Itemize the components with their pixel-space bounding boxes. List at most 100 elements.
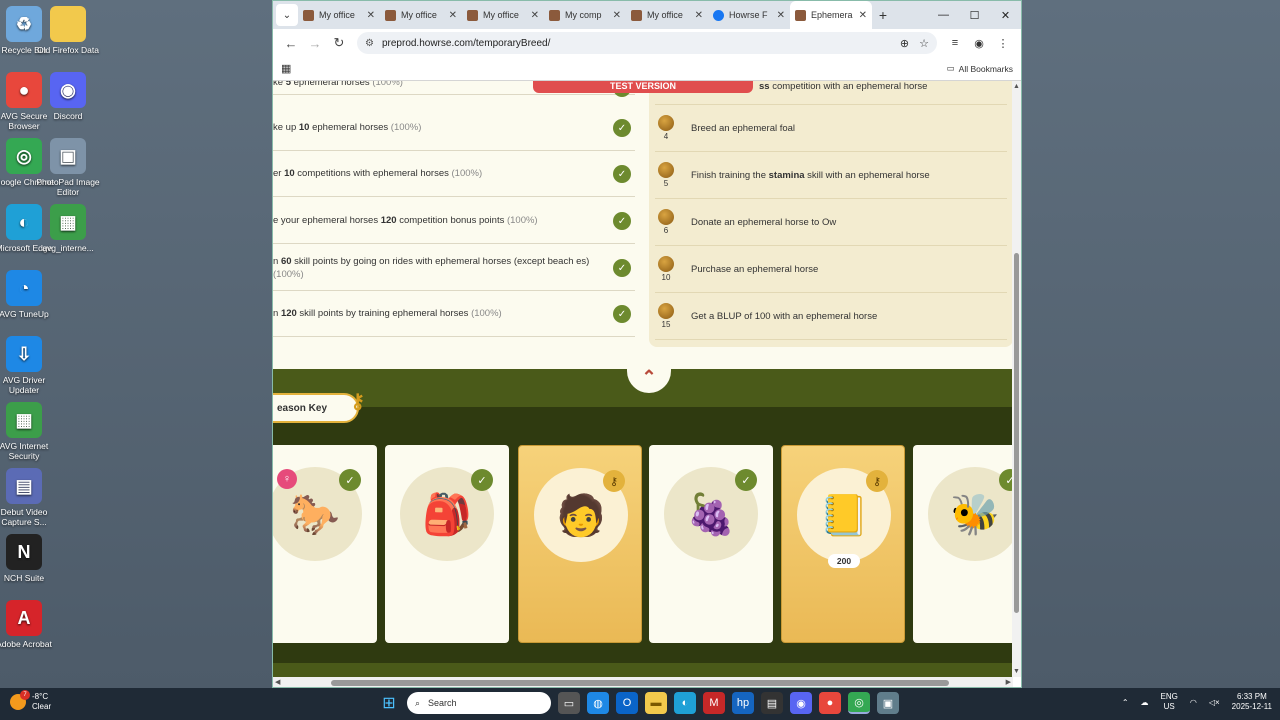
copilot-icon[interactable]: ◍ <box>587 692 609 714</box>
desktop-icon[interactable]: ▦ AVG Internet Security <box>0 402 56 461</box>
desktop-icon[interactable]: N NCH Suite <box>0 534 56 583</box>
reward-card-cornucopia[interactable]: 🍇 ✓ <box>649 445 773 643</box>
scroll-left-icon[interactable]: ◀ <box>275 678 280 686</box>
hp-icon[interactable]: hp <box>732 692 754 714</box>
reward-card-bee[interactable]: 🐝✓ <box>913 445 1013 643</box>
tab-search-dropdown-icon[interactable]: ⌄ <box>276 4 298 26</box>
edge-taskbar-icon[interactable]: ◐ <box>674 692 696 714</box>
tab-close-icon[interactable]: ✕ <box>613 10 621 21</box>
menu-icon[interactable]: ⋮ <box>991 31 1015 55</box>
language-indicator[interactable]: ENG US <box>1161 692 1178 712</box>
tab-close-icon[interactable]: ✕ <box>531 10 539 21</box>
desktop-icon[interactable]: ◔ AVG TuneUp <box>0 270 56 319</box>
photopad-icon: ▣ <box>50 138 86 174</box>
tab-close-icon[interactable]: ✕ <box>449 10 457 21</box>
desktop-icon-label: AVG Driver Updater <box>2 375 46 395</box>
avg-browser-taskbar-icon[interactable]: ● <box>819 692 841 714</box>
tab-close-icon[interactable]: ✕ <box>695 10 703 21</box>
discord-taskbar-icon[interactable]: ◉ <box>790 692 812 714</box>
weather-widget[interactable]: 7 -8°C Clear <box>10 690 51 712</box>
desktop-icon[interactable]: A Adobe Acrobat <box>0 600 56 649</box>
media-icon[interactable]: ≡ <box>943 31 967 55</box>
profile-icon[interactable]: ◉ <box>967 31 991 55</box>
mission-progress: (100%) <box>390 122 422 133</box>
mission-row: n 60 skill points by going on rides with… <box>273 245 635 291</box>
medal-shape <box>658 115 674 131</box>
horizontal-scroll-thumb[interactable] <box>331 680 949 686</box>
omnibox[interactable]: ⚙ preprod.howrse.com/temporaryBreed/ ⊕ ☆ <box>357 32 937 54</box>
mission-text-pre: n <box>273 308 281 319</box>
browser-tab[interactable]: Ephemera ✕ <box>790 1 872 29</box>
mission-text-pre: n <box>273 255 281 267</box>
chrome-taskbar-icon[interactable]: ◎ <box>848 692 870 714</box>
desktop-icon[interactable]: Old Firefox Data <box>36 6 100 55</box>
wifi-icon[interactable]: ◠ <box>1190 698 1197 707</box>
mcafee-icon[interactable]: M <box>703 692 725 714</box>
desktop-icon[interactable]: ▦ avg_interne... <box>36 204 100 253</box>
mission-text-post: competitions with ephemeral horses <box>294 168 449 179</box>
scroll-up-icon[interactable]: ▲ <box>1012 83 1021 90</box>
tab-close-icon[interactable]: ✕ <box>859 10 867 21</box>
vertical-scroll-thumb[interactable] <box>1014 253 1019 613</box>
horizontal-scrollbar[interactable]: ◀ ▶ <box>273 677 1013 687</box>
desktop-icon[interactable]: ▣ PhotoPad Image Editor <box>36 138 100 197</box>
page-content: ke 5 ephemeral horses (100%)✓ke up 10 ep… <box>273 81 1013 677</box>
back-icon[interactable]: ← <box>279 31 303 55</box>
scroll-down-icon[interactable]: ▼ <box>1012 668 1021 675</box>
mission-text-count: 10 <box>298 122 310 133</box>
maximize-icon[interactable]: ☐ <box>959 1 990 29</box>
reward-card-passes[interactable]: 📒 ⚷ 200 <box>781 445 905 643</box>
reward-card-rider[interactable]: 🧑 ⚷ <box>518 445 642 643</box>
site-info-icon[interactable]: ⚙ <box>365 38 374 49</box>
vertical-scrollbar[interactable]: ▲ ▼ <box>1012 81 1021 677</box>
check-icon: ✓ <box>613 165 631 183</box>
desktop-icon[interactable]: ▤ Debut Video Capture S... <box>0 468 56 527</box>
file-explorer-icon[interactable]: ▬ <box>645 692 667 714</box>
mission-progress: (100%) <box>506 215 538 226</box>
scroll-right-icon[interactable]: ▶ <box>1006 678 1011 686</box>
howrse-favicon-icon <box>631 9 642 21</box>
windows-start-icon[interactable]: ⊞ <box>378 692 400 714</box>
all-bookmarks-button[interactable]: ▭ All Bookmarks <box>947 63 1013 74</box>
avg-security-icon: ▦ <box>6 402 42 438</box>
close-window-icon[interactable]: ✕ <box>990 1 1021 29</box>
tab-close-icon[interactable]: ✕ <box>367 10 375 21</box>
taskbar-search[interactable]: ⌕ Search <box>407 692 551 714</box>
minimize-icon[interactable]: — <box>928 1 959 29</box>
clock[interactable]: 6:33 PM 2025-12-11 <box>1232 692 1272 712</box>
onedrive-icon[interactable]: ☁ <box>1141 698 1149 707</box>
browser-tab[interactable]: My office ✕ <box>380 1 462 29</box>
desktop-icon[interactable]: ⇩ AVG Driver Updater <box>0 336 56 395</box>
avg-tuneup-icon: ◔ <box>6 270 42 306</box>
browser-tab[interactable]: My office ✕ <box>298 1 380 29</box>
reward-text: Purchase an ephemeral horse <box>691 264 818 275</box>
desktop-icon[interactable]: ◉ Discord <box>36 72 100 121</box>
browser-tab[interactable]: Howrse F ✕ <box>708 1 790 29</box>
debut-icon: ▤ <box>6 468 42 504</box>
apps-grid-icon[interactable]: ▦ <box>281 62 291 75</box>
task-view-icon[interactable]: ▭ <box>558 692 580 714</box>
volume-muted-icon[interactable]: ◁× <box>1209 698 1220 707</box>
reward-card-horse[interactable]: 🐎 ✓ ♀ <box>273 445 377 643</box>
reward-post: skill with an ephemeral horse <box>804 169 930 181</box>
zoom-icon[interactable]: ⊕ <box>900 37 909 50</box>
nch-icon: N <box>6 534 42 570</box>
browser-tab[interactable]: My office ✕ <box>462 1 544 29</box>
facebook-favicon-icon <box>713 9 724 21</box>
mission-text-pre: ke up <box>273 122 299 133</box>
forward-icon[interactable]: → <box>303 31 327 55</box>
url-text[interactable]: preprod.howrse.com/temporaryBreed/ <box>382 38 890 49</box>
browser-tab[interactable]: My office ✕ <box>626 1 708 29</box>
reload-icon[interactable]: ↻ <box>327 31 351 55</box>
store-icon[interactable]: ▤ <box>761 692 783 714</box>
desktop-icon-label: NCH Suite <box>3 573 45 583</box>
bookmark-star-icon[interactable]: ☆ <box>919 37 929 50</box>
tab-close-icon[interactable]: ✕ <box>777 10 785 21</box>
remote-desktop-icon[interactable]: ▣ <box>877 692 899 714</box>
outlook-icon[interactable]: O <box>616 692 638 714</box>
new-tab-icon[interactable]: + <box>872 7 894 23</box>
search-icon: ⌕ <box>415 697 421 708</box>
show-hidden-icons-icon[interactable]: ⌃ <box>1122 698 1129 707</box>
reward-card-tack[interactable]: 🎒 ✓ <box>385 445 509 643</box>
browser-tab[interactable]: My comp ✕ <box>544 1 626 29</box>
